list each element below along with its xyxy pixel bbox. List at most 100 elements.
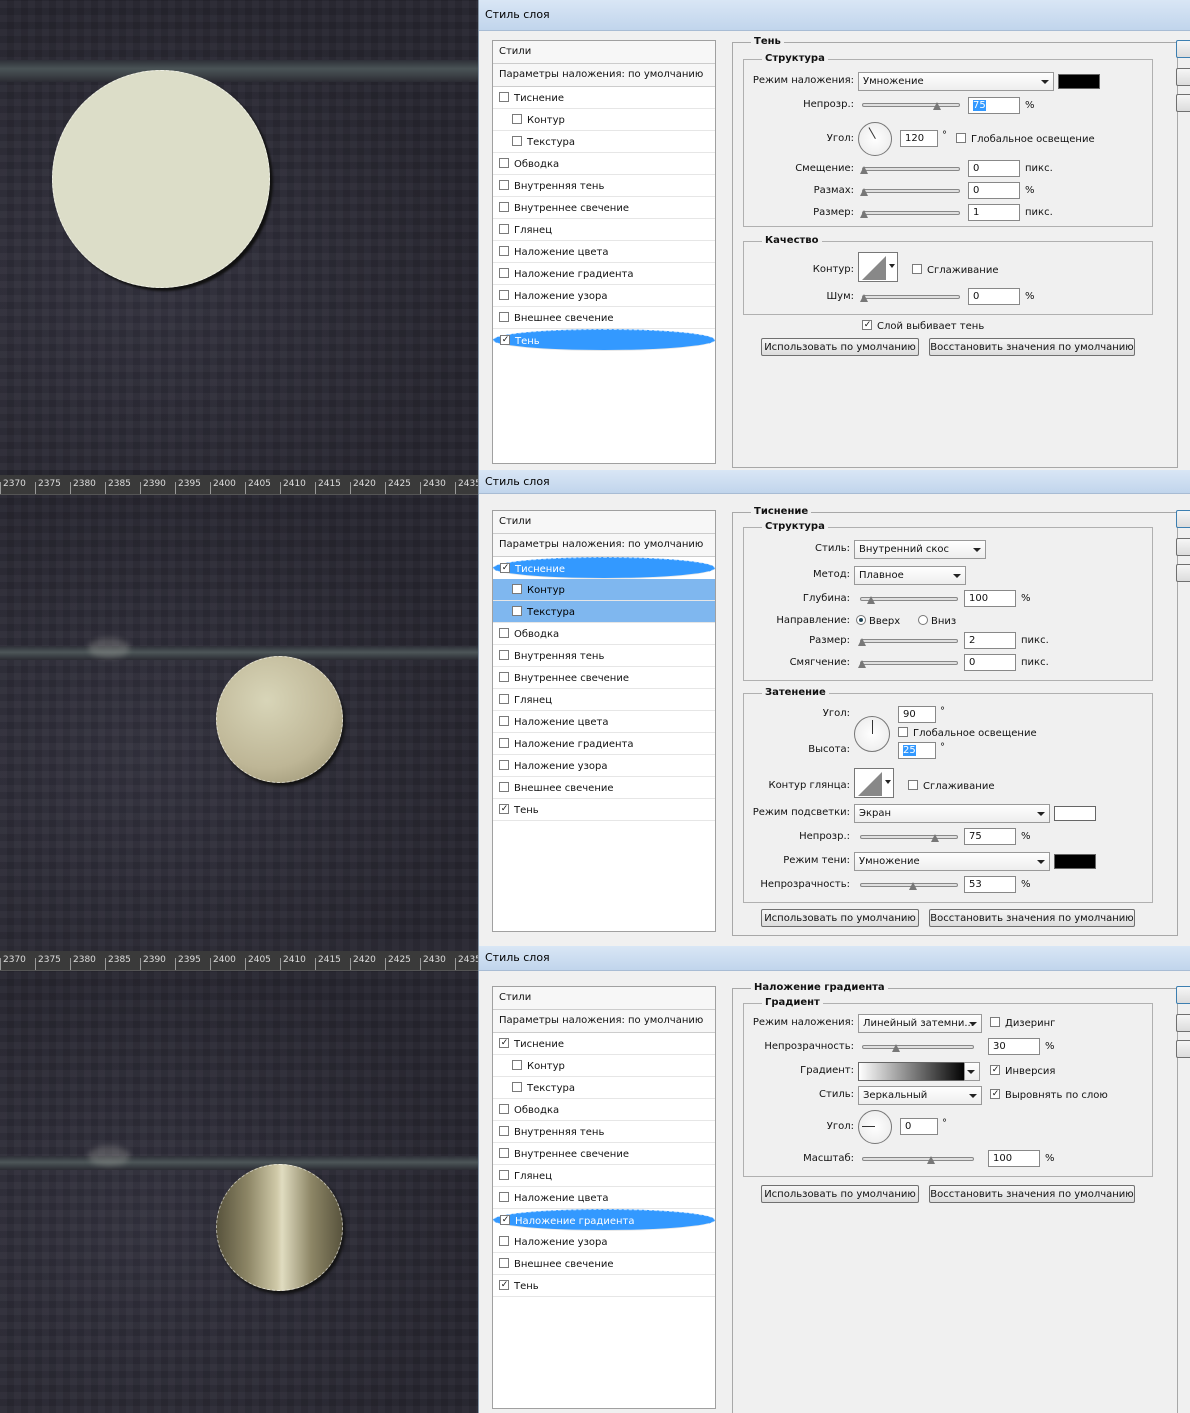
canvas-area[interactable] (0, 0, 478, 470)
style-item-bevel[interactable]: Тиснение (493, 1033, 715, 1055)
checkbox[interactable] (499, 202, 509, 212)
style-item-contour[interactable]: Контур (493, 579, 715, 601)
knockout-checkbox[interactable]: Слой выбивает тень (862, 320, 984, 332)
global-light-checkbox[interactable]: Глобальное освещение (898, 727, 1037, 739)
ok-button[interactable] (1176, 986, 1190, 1004)
altitude-field[interactable]: 25 (898, 742, 936, 759)
blend-mode-select[interactable]: Умножение (858, 72, 1054, 91)
soften-slider[interactable] (858, 660, 958, 668)
style-item-contour[interactable]: Контур (493, 1055, 715, 1077)
angle-dial[interactable] (858, 122, 892, 156)
canvas-area[interactable]: 2370 2375 2380 2385 2390 2395 2400 2405 2410 2415… (0, 946, 478, 1413)
distance-slider[interactable] (860, 166, 960, 174)
checkbox[interactable] (500, 1215, 510, 1225)
slider-thumb[interactable] (892, 1044, 900, 1052)
opacity-field[interactable]: 30 (988, 1038, 1040, 1055)
checkbox[interactable] (499, 1126, 509, 1136)
restore-default-button[interactable]: Восстановить значения по умолчанию (929, 1185, 1135, 1203)
checkbox[interactable] (499, 1170, 509, 1180)
shadow-opacity-field[interactable]: 53 (964, 876, 1016, 893)
restore-default-button[interactable]: Восстановить значения по умолчанию (929, 909, 1135, 927)
checkbox[interactable] (499, 694, 509, 704)
slider-thumb[interactable] (858, 638, 866, 646)
checkbox[interactable] (908, 780, 918, 790)
slider-thumb[interactable] (909, 882, 917, 890)
checkbox[interactable] (499, 738, 509, 748)
checkbox[interactable] (499, 1236, 509, 1246)
style-item-outer-glow[interactable]: Внешнее свечение (493, 1253, 715, 1275)
slider-thumb[interactable] (860, 294, 868, 302)
scale-field[interactable]: 100 (988, 1150, 1040, 1167)
shadow-color-swatch[interactable] (1058, 74, 1100, 89)
checkbox[interactable] (862, 320, 872, 330)
gradient-preview[interactable] (858, 1062, 966, 1081)
gradient-style-select[interactable]: Зеркальный (858, 1086, 982, 1105)
checkbox[interactable] (499, 158, 509, 168)
slider-thumb[interactable] (860, 210, 868, 218)
style-item-color-overlay[interactable]: Наложение цвета (493, 1187, 715, 1209)
blend-mode-select[interactable]: Линейный затемни... (858, 1014, 982, 1033)
checkbox[interactable] (990, 1089, 1000, 1099)
checkbox[interactable] (499, 760, 509, 770)
checkbox[interactable] (499, 246, 509, 256)
checkbox[interactable] (499, 290, 509, 300)
checkbox[interactable] (512, 114, 522, 124)
cancel-button[interactable] (1176, 1014, 1190, 1032)
checkbox[interactable] (499, 312, 509, 322)
slider-thumb[interactable] (860, 188, 868, 196)
method-select[interactable]: Плавное (854, 566, 966, 585)
ok-button[interactable] (1176, 40, 1190, 58)
style-item-stroke[interactable]: Обводка (493, 623, 715, 645)
antialias-checkbox[interactable]: Сглаживание (912, 264, 998, 276)
checkbox[interactable] (512, 606, 522, 616)
noise-field[interactable]: 0 (968, 288, 1020, 305)
new-style-button[interactable] (1176, 94, 1190, 112)
style-item-drop-shadow[interactable]: Тень (493, 1275, 715, 1297)
style-item-gradient-overlay[interactable]: Наложение градиента (493, 263, 715, 285)
antialias-checkbox[interactable]: Сглаживание (908, 780, 994, 792)
angle-field[interactable]: 90 (898, 706, 936, 723)
angle-field[interactable]: 120 (900, 130, 938, 147)
slider-thumb[interactable] (860, 166, 868, 174)
style-item-stroke[interactable]: Обводка (493, 1099, 715, 1121)
style-item-texture[interactable]: Текстура (493, 131, 715, 153)
checkbox[interactable] (499, 804, 509, 814)
checkbox[interactable] (499, 1258, 509, 1268)
checkbox[interactable] (499, 782, 509, 792)
gloss-contour-picker[interactable] (854, 768, 894, 798)
style-item-pattern-overlay[interactable]: Наложение узора (493, 755, 715, 777)
checkbox[interactable] (512, 136, 522, 146)
style-item-color-overlay[interactable]: Наложение цвета (493, 711, 715, 733)
style-item-bevel[interactable]: Тиснение (493, 87, 715, 109)
blend-options-item[interactable]: Параметры наложения: по умолчанию (493, 1010, 715, 1033)
opacity-slider[interactable] (862, 1044, 974, 1052)
depth-field[interactable]: 100 (964, 590, 1016, 607)
checkbox[interactable] (500, 563, 510, 573)
checkbox[interactable] (499, 628, 509, 638)
soften-field[interactable]: 0 (964, 654, 1016, 671)
bevel-style-select[interactable]: Внутренний скос (854, 540, 986, 559)
direction-down-radio[interactable]: Вниз (918, 615, 956, 627)
blend-options-item[interactable]: Параметры наложения: по умолчанию (493, 534, 715, 557)
checkbox[interactable] (499, 180, 509, 190)
style-item-inner-glow[interactable]: Внутреннее свечение (493, 667, 715, 689)
new-style-button[interactable] (1176, 1040, 1190, 1058)
style-item-texture[interactable]: Текстура (493, 1077, 715, 1099)
checkbox[interactable] (499, 1104, 509, 1114)
style-item-gradient-overlay[interactable]: Наложение градиента (493, 733, 715, 755)
style-item-outer-glow[interactable]: Внешнее свечение (493, 307, 715, 329)
contour-picker[interactable] (858, 252, 898, 282)
checkbox[interactable] (956, 133, 966, 143)
checkbox[interactable] (500, 335, 510, 345)
style-item-satin[interactable]: Глянец (493, 219, 715, 241)
styles-header[interactable]: Стили (493, 987, 715, 1010)
new-style-button[interactable] (1176, 564, 1190, 582)
style-item-gradient-overlay[interactable]: Наложение градиента (493, 1209, 715, 1231)
reverse-checkbox[interactable]: Инверсия (990, 1065, 1055, 1077)
slider-thumb[interactable] (867, 596, 875, 604)
spread-slider[interactable] (860, 188, 960, 196)
cancel-button[interactable] (1176, 538, 1190, 556)
radio[interactable] (856, 615, 866, 625)
shadow-mode-select[interactable]: Умножение (854, 852, 1050, 871)
style-item-drop-shadow[interactable]: Тень (493, 329, 715, 351)
